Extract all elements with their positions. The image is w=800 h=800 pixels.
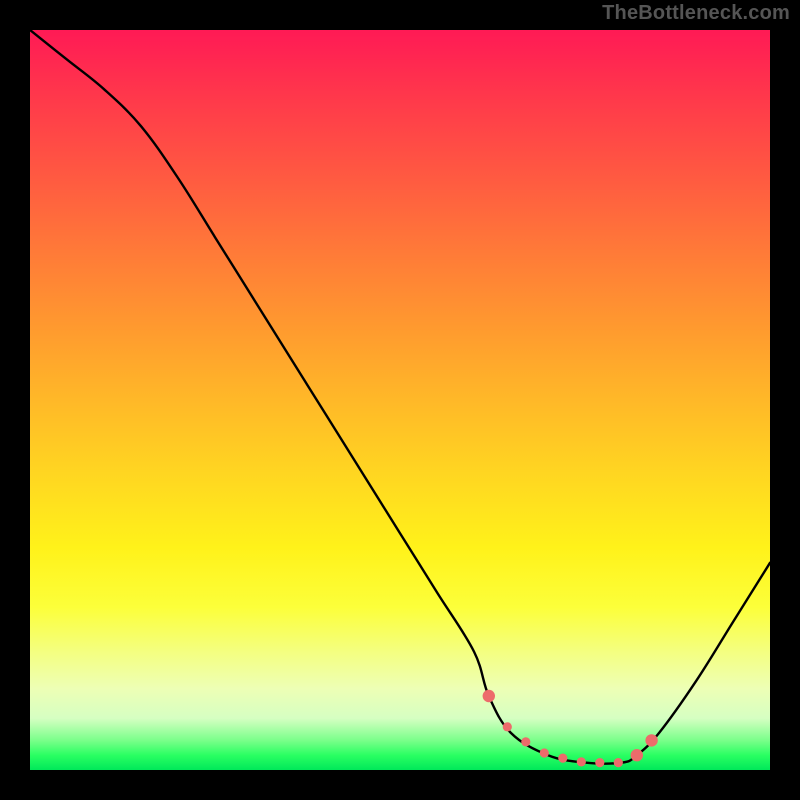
watermark-text: TheBottleneck.com [602, 2, 790, 25]
chart-frame: TheBottleneck.com [0, 0, 800, 800]
flat-marker-dot [631, 749, 643, 761]
flat-marker-dot [521, 737, 530, 746]
flat-marker-dot [503, 722, 512, 731]
bottleneck-curve-line [30, 30, 770, 764]
flat-marker-dot [558, 754, 567, 763]
flat-marker-dot [595, 758, 604, 767]
plot-area [30, 30, 770, 770]
curve-layer [30, 30, 770, 770]
flat-marker-dot [483, 690, 495, 702]
flat-marker-dot [614, 758, 623, 767]
flat-marker-dot [577, 757, 586, 766]
flat-marker-dot [645, 734, 657, 746]
flat-zone-markers [483, 690, 658, 767]
flat-marker-dot [540, 748, 549, 757]
